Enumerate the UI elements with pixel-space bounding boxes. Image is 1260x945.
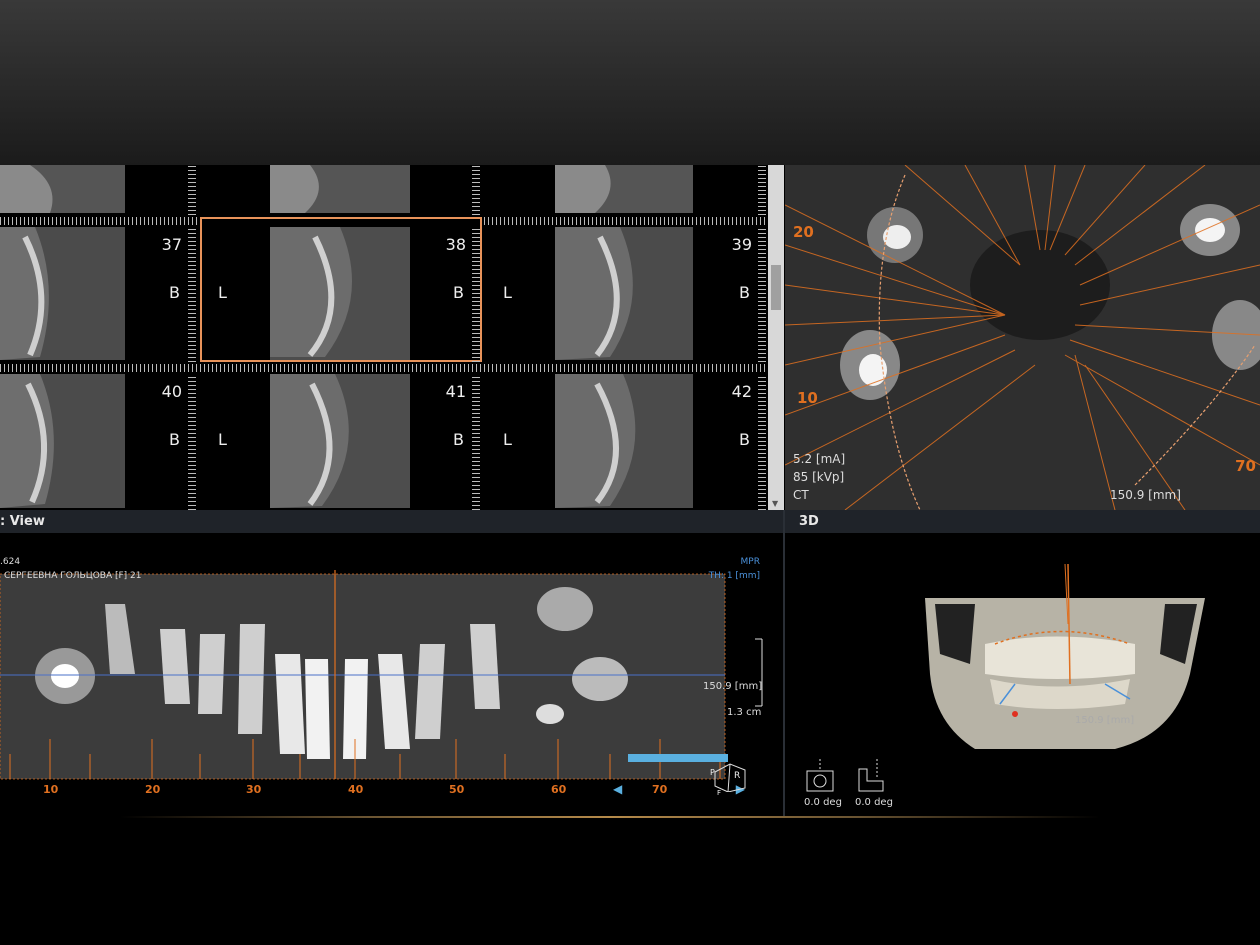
slice-number: 41 bbox=[445, 382, 466, 401]
cross-section-tile-partial[interactable] bbox=[200, 165, 482, 215]
orientation-cube-icon[interactable]: R P F bbox=[710, 762, 750, 797]
pano-length: 150.9 [mm] bbox=[703, 681, 763, 692]
lingual-label: L bbox=[503, 430, 512, 449]
cross-section-tile[interactable]: 42 B L bbox=[485, 374, 768, 510]
cross-section-grid: 37 B 38 B L 39 B L 40 B 41 B L 42 B L bbox=[0, 165, 768, 510]
pano-tick-label: 40 bbox=[348, 783, 364, 796]
panoramic-title-bar: : View bbox=[0, 510, 783, 533]
lingual-label: L bbox=[503, 283, 512, 302]
mpr-label: MPR bbox=[740, 557, 760, 567]
pano-tick-label: 20 bbox=[145, 783, 161, 796]
lingual-label: L bbox=[218, 430, 227, 449]
cross-section-tile-partial[interactable] bbox=[485, 165, 768, 215]
pano-scale: 1.3 cm bbox=[727, 707, 762, 718]
buccal-label: B bbox=[453, 283, 464, 302]
nav-left-arrow-icon[interactable]: ◀ bbox=[613, 782, 622, 796]
pano-tick-label: 30 bbox=[246, 783, 262, 796]
buccal-label: B bbox=[739, 430, 750, 449]
lingual-label: L bbox=[218, 283, 227, 302]
buccal-label: B bbox=[169, 283, 180, 302]
study-id: .624 bbox=[0, 557, 21, 567]
tilt-front-value: 0.0 deg bbox=[804, 797, 842, 808]
panoramic-title: : View bbox=[0, 514, 45, 529]
cross-section-tile[interactable]: 40 B bbox=[0, 374, 198, 510]
slice-number: 42 bbox=[731, 382, 752, 401]
slice-number: 40 bbox=[161, 382, 182, 401]
scroll-down-arrow-icon[interactable]: ▼ bbox=[772, 499, 778, 508]
top-banner bbox=[0, 0, 1260, 165]
cross-section-scrollbar[interactable]: ▼ bbox=[768, 165, 784, 510]
cbct-viewer: 37 B 38 B L 39 B L 40 B 41 B L 42 B L ▼ … bbox=[0, 165, 1260, 817]
pano-tick-label: 10 bbox=[43, 783, 59, 796]
cross-section-tile-partial[interactable] bbox=[0, 165, 198, 215]
orient-r: R bbox=[734, 771, 741, 781]
buccal-label: B bbox=[453, 430, 464, 449]
buccal-label: B bbox=[169, 430, 180, 449]
tube-voltage: 85 [kVp] bbox=[793, 470, 845, 484]
slice-number: 39 bbox=[731, 235, 752, 254]
bottom-divider bbox=[120, 816, 1100, 818]
scrollbar-thumb[interactable] bbox=[771, 265, 781, 310]
modality: CT bbox=[793, 488, 809, 502]
tilt-front-icon[interactable] bbox=[805, 759, 837, 795]
slice-number: 38 bbox=[445, 235, 466, 254]
orient-p: P bbox=[710, 768, 715, 777]
pano-tick-label: 50 bbox=[449, 783, 465, 796]
view3d-title-bar: 3D bbox=[785, 510, 1260, 533]
pano-tick-label: 60 bbox=[551, 783, 567, 796]
panoramic-view[interactable]: .624 СЕРГЕЕВНА ГОЛЬЦОВА [F] 21 MPR TH: 1… bbox=[0, 534, 783, 817]
tilt-side-value: 0.0 deg bbox=[855, 797, 893, 808]
view-3d[interactable]: 150.9 [mm] 0.0 deg 0.0 deg bbox=[785, 534, 1260, 817]
arch-label-10: 10 bbox=[797, 389, 818, 407]
view3d-length: 150.9 [mm] bbox=[1075, 715, 1135, 726]
arch-label-20: 20 bbox=[793, 223, 814, 241]
tube-current: 5.2 [mA] bbox=[793, 452, 846, 466]
axial-view[interactable]: 20 10 70 5.2 [mA] 85 [kVp] CT 150.9 [mm] bbox=[785, 165, 1260, 510]
tilt-side-icon[interactable] bbox=[855, 759, 887, 795]
cross-section-tile-selected[interactable]: 38 B L bbox=[200, 217, 482, 362]
thickness-label: TH: 1 [mm] bbox=[708, 571, 760, 581]
orient-f: F bbox=[717, 789, 722, 797]
cross-section-tile[interactable]: 37 B bbox=[0, 227, 198, 362]
slice-number: 37 bbox=[161, 235, 182, 254]
view3d-title: 3D bbox=[799, 514, 819, 529]
cross-section-tile[interactable]: 41 B L bbox=[200, 374, 482, 510]
buccal-label: B bbox=[739, 283, 750, 302]
arch-label-70: 70 bbox=[1235, 457, 1256, 475]
arch-length: 150.9 [mm] bbox=[1110, 488, 1181, 502]
patient-info: СЕРГЕЕВНА ГОЛЬЦОВА [F] 21 bbox=[4, 571, 142, 581]
cross-section-tile[interactable]: 39 B L bbox=[485, 227, 768, 362]
